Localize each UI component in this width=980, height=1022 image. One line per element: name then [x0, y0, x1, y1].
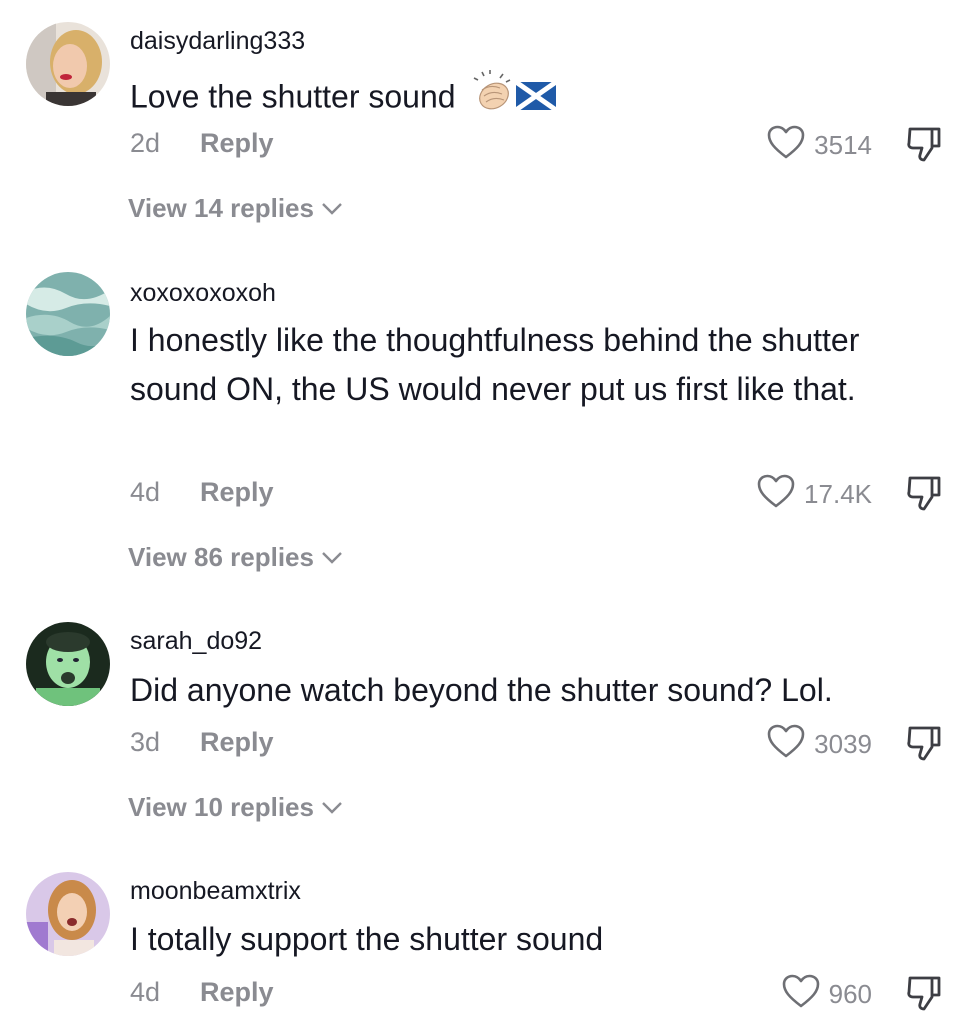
thumbs-down-icon: [904, 726, 944, 767]
comment-meta: 4d Reply: [130, 977, 274, 1008]
comment-username[interactable]: xoxoxoxoxoh: [130, 279, 276, 308]
thumbs-down-icon: [904, 127, 944, 168]
heart-icon: [781, 973, 821, 1016]
comment-meta: 2d Reply: [130, 128, 274, 159]
comment-meta: 3d Reply: [130, 727, 274, 758]
avatar[interactable]: [26, 22, 110, 106]
view-replies-label: View 86 replies: [128, 542, 314, 572]
chevron-down-icon: [320, 542, 344, 573]
heart-icon: [766, 723, 806, 766]
view-replies-label: View 10 replies: [128, 792, 314, 822]
like-count: 3514: [814, 130, 872, 160]
comment-username[interactable]: sarah_do92: [130, 627, 262, 656]
comment-text-body: Love the shutter sound: [130, 78, 456, 115]
like-button[interactable]: 17.4K: [756, 473, 872, 516]
view-replies-label: View 14 replies: [128, 193, 314, 223]
dislike-button[interactable]: [904, 124, 944, 169]
view-replies-button[interactable]: View 86 replies: [128, 542, 344, 573]
dislike-button[interactable]: [904, 473, 944, 518]
dislike-button[interactable]: [904, 973, 944, 1018]
comment-username[interactable]: daisydarling333: [130, 27, 305, 56]
comment-age: 3d: [130, 727, 161, 757]
avatar[interactable]: [26, 272, 110, 356]
comment-age: 4d: [130, 977, 161, 1007]
like-button[interactable]: 3039: [766, 723, 872, 766]
like-button[interactable]: 3514: [766, 124, 872, 167]
comment-age: 4d: [130, 477, 161, 507]
view-replies-button[interactable]: View 14 replies: [128, 193, 344, 224]
comment-username[interactable]: moonbeamxtrix: [130, 877, 301, 906]
avatar[interactable]: [26, 872, 110, 956]
comment-text: I totally support the shutter sound: [130, 921, 604, 957]
like-button[interactable]: 960: [781, 973, 872, 1016]
comment-text: Love the shutter sound: [130, 70, 940, 128]
reply-button[interactable]: Reply: [200, 128, 274, 159]
thumbs-down-icon: [904, 976, 944, 1017]
chevron-down-icon: [320, 792, 344, 823]
thumbs-down-icon: [904, 476, 944, 517]
avatar[interactable]: [26, 622, 110, 706]
scotland-flag-icon: [514, 75, 557, 124]
reply-button[interactable]: Reply: [200, 727, 274, 758]
comment-text: I honestly like the thoughtfulness behin…: [130, 322, 860, 407]
comment-age: 2d: [130, 128, 161, 158]
dislike-button[interactable]: [904, 723, 944, 768]
chevron-down-icon: [320, 193, 344, 224]
heart-icon: [766, 124, 806, 167]
heart-icon: [756, 473, 796, 516]
reply-button[interactable]: Reply: [200, 977, 274, 1008]
comment-meta: 4d Reply: [130, 477, 274, 508]
comment-text: Did anyone watch beyond the shutter soun…: [130, 672, 833, 708]
view-replies-button[interactable]: View 10 replies: [128, 792, 344, 823]
like-count: 17.4K: [804, 479, 872, 509]
like-count: 960: [828, 979, 872, 1009]
like-count: 3039: [814, 729, 872, 759]
reply-button[interactable]: Reply: [200, 477, 274, 508]
clapping-hands-icon: [470, 70, 514, 128]
